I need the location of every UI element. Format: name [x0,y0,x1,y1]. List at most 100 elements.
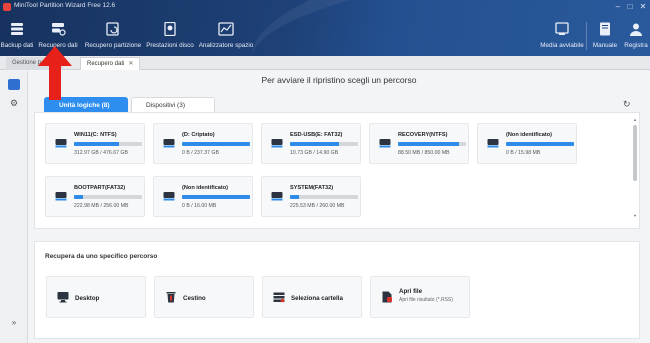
bootable-media-icon [555,22,569,35]
tab-strip: Gestione partiz... Recupero dati ✕ [0,56,650,70]
space-analyzer-icon [218,22,234,36]
disk-benchmark-label: Prestazioni disco [146,42,194,49]
drive-name: ESD-USB(E: FAT32) [290,132,343,138]
drive-usage-bar [290,142,358,146]
drive-name: (D: Criptato) [182,132,215,138]
tab-devices[interactable]: Dispositivi (3) [131,97,215,112]
drive-usage-bar [398,142,466,146]
path-label-recycle-bin: Cestino [183,295,206,302]
drive-usage-bar [74,142,142,146]
register-button[interactable]: Registra [622,18,650,54]
drive-card[interactable]: WIN11(C: NTFS) 312.97 GB / 476.67 GB [45,123,145,164]
drive-size: 0 B / 16.00 MB [182,203,217,209]
drive-usage-fill [290,142,339,146]
drive-usage-fill [506,142,574,146]
drive-name: BOOTPART(FAT32) [74,185,126,191]
drive-size: 225.53 MB / 260.00 MB [290,203,345,209]
close-button[interactable]: ✕ [637,1,649,12]
drive-icon [163,139,175,148]
expand-rail-icon[interactable]: » [8,317,20,328]
drive-icon [271,192,283,201]
manual-icon [600,22,610,36]
settings-icon[interactable]: ⚙ [8,98,20,109]
drives-panel: WIN11(C: NTFS) 312.97 GB / 476.67 GB (D: C… [34,112,640,229]
drive-usage-fill [290,195,299,199]
path-label-desktop: Desktop [75,295,100,302]
minimize-button[interactable]: – [612,1,624,12]
partition-recovery-label: Recupero partizione [84,42,142,49]
page-title: Per avviare il ripristino scegli un perc… [261,75,417,85]
manual-button[interactable]: Manuale [590,18,620,54]
drive-size: 312.97 GB / 476.67 GB [74,150,128,156]
manual-label: Manuale [592,42,618,49]
partition-recovery-icon [106,22,119,36]
drive-usage-fill [182,142,250,146]
path-sub-open-file: Apri file risultato (*.RSS) [399,297,453,303]
maximize-button[interactable]: □ [624,1,636,12]
drive-card[interactable]: SYSTEM(FAT32) 225.53 MB / 260.00 MB [261,176,361,217]
drive-card[interactable]: (D: Criptato) 0 B / 237.37 GB [153,123,253,164]
drive-icon [55,192,67,201]
path-card-select-folder[interactable]: Seleziona cartella [262,276,362,318]
register-label: Registra [624,42,648,49]
drive-card[interactable]: RECOVERY(NTFS) 88.50 MB / 850.00 MB [369,123,469,164]
bootable-media-button[interactable]: Media avviabile [540,18,584,54]
partition-recovery-button[interactable]: Recupero partizione [84,18,142,54]
drive-icon [55,139,67,148]
drive-name: (Non identificato) [506,132,552,138]
drive-icon [271,139,283,148]
drive-card[interactable]: ESD-USB(E: FAT32) 10.73 GB / 14.90 GB [261,123,361,164]
drive-card[interactable]: BOOTPART(FAT32) 222.98 MB / 256.00 MB [45,176,145,217]
refresh-icon[interactable]: ↻ [623,99,631,110]
drive-usage-fill [74,142,119,146]
drive-usage-bar [290,195,358,199]
app-logo-icon [3,3,11,11]
open-file-icon [382,291,392,303]
drive-name: RECOVERY(NTFS) [398,132,448,138]
drive-size: 0 B / 237.37 GB [182,150,219,156]
drive-name: SYSTEM(FAT32) [290,185,334,191]
space-analyzer-button[interactable]: Analizzatore spazio [198,18,254,54]
path-card-recycle-bin[interactable]: Cestino [154,276,254,318]
register-icon [630,23,642,36]
drive-usage-bar [74,195,142,199]
drive-usage-bar [182,195,250,199]
drive-usage-fill [74,195,83,199]
desktop-icon [57,292,69,303]
drive-size: 0 B / 15.98 MB [506,150,541,156]
disk-benchmark-button[interactable]: Prestazioni disco [144,18,196,54]
path-label-open-file: Apri file [399,288,423,295]
toolbar: MiniTool Partition Wizard Free 12.6 – □ … [0,0,650,56]
title-bar: MiniTool Partition Wizard Free 12.6 – □ … [0,0,650,14]
recycle-bin-icon [166,292,176,303]
drive-card[interactable]: (Non identificato) 0 B / 15.98 MB [477,123,577,164]
drive-card[interactable]: (Non identificato) 0 B / 16.00 MB [153,176,253,217]
drive-icon [379,139,391,148]
data-recovery-icon [52,23,66,36]
main-content: Per avviare il ripristino scegli un perc… [28,71,650,343]
backup-icon [11,23,23,35]
drive-usage-fill [398,142,460,146]
specific-path-title: Recupera da uno specifico percorso [45,253,158,260]
path-card-open-file[interactable]: Apri file Apri file risultato (*.RSS) [370,276,470,318]
folder-icon [273,292,285,303]
backup-label: Backup dati [0,42,34,49]
drives-view-icon[interactable] [8,79,20,90]
drive-usage-bar [182,142,250,146]
drive-icon [487,139,499,148]
drives-scrollbar[interactable]: ▲ ▼ [632,117,638,221]
drive-size: 222.98 MB / 256.00 MB [74,203,129,209]
app-window: MiniTool Partition Wizard Free 12.6 – □ … [0,0,650,343]
backup-button[interactable]: Backup dati [0,18,34,54]
path-label-select-folder: Seleziona cartella [291,295,343,302]
path-card-desktop[interactable]: Desktop [46,276,146,318]
drive-size: 10.73 GB / 14.90 GB [290,150,339,156]
drive-usage-bar [506,142,574,146]
tab-data-recovery[interactable]: Recupero dati ✕ [80,57,141,70]
drive-icon [163,192,175,201]
close-tab-icon[interactable]: ✕ [128,61,133,67]
window-title: MiniTool Partition Wizard Free 12.6 [14,2,116,9]
space-analyzer-label: Analizzatore spazio [198,42,254,49]
drive-usage-fill [182,195,250,199]
tab-data-recovery-label: Recupero dati [87,61,125,67]
